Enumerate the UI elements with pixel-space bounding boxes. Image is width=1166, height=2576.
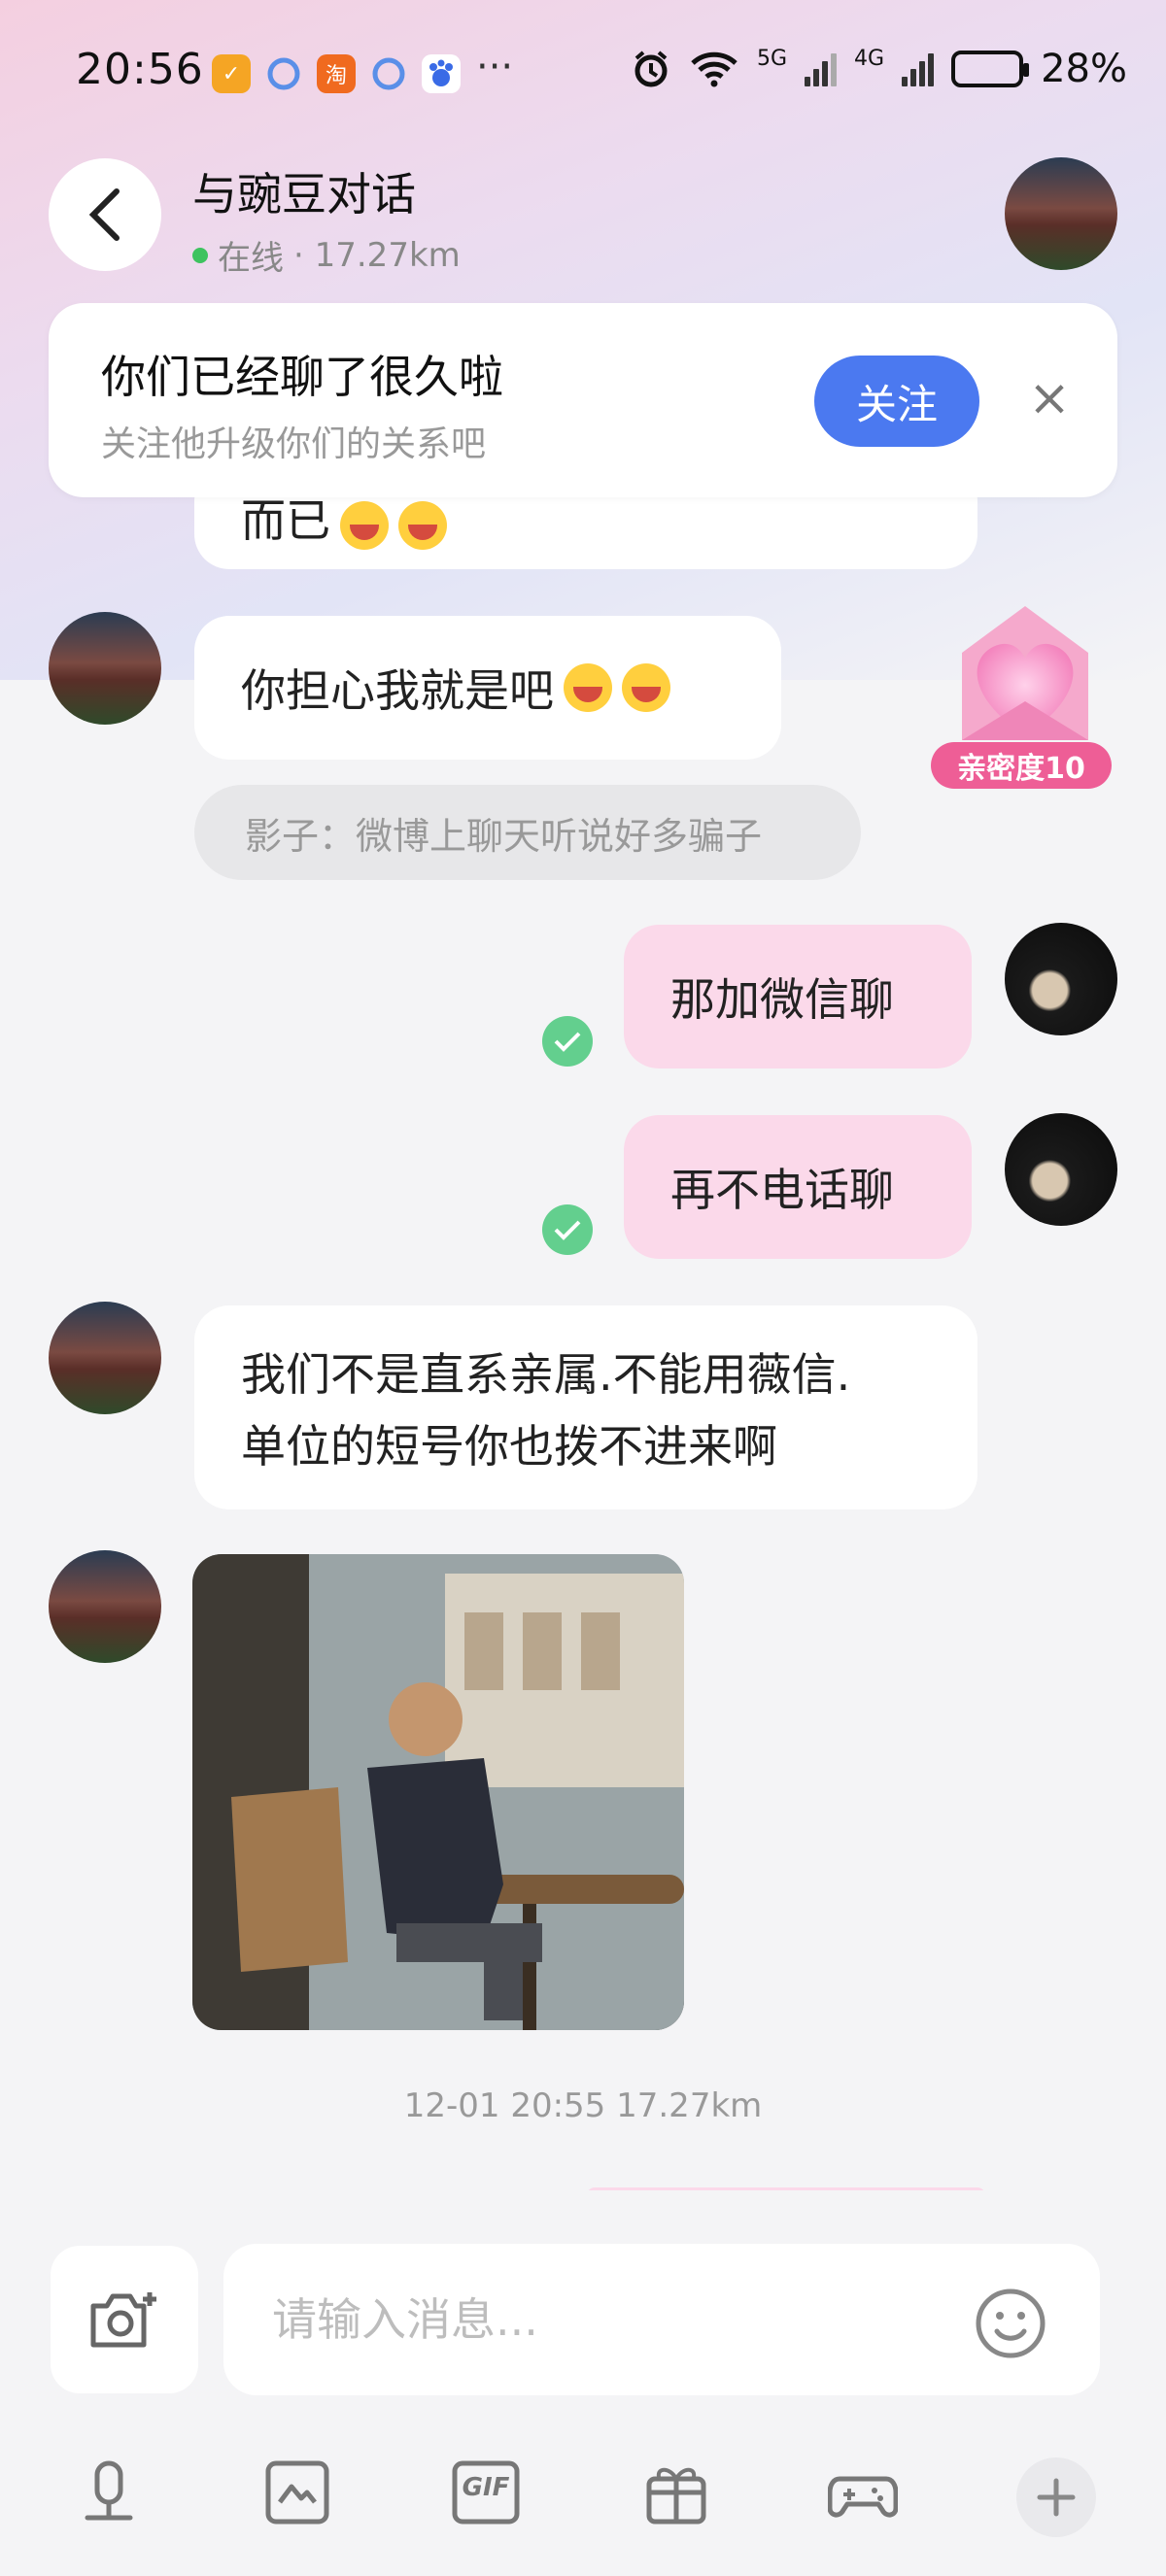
follow-prompt-subtitle: 关注他升级你们的关系吧 [101,424,487,464]
wifi-icon [691,51,737,87]
laughing-emoji-icon [340,501,389,550]
microphone-icon [85,2460,133,2521]
online-dot-icon [192,247,208,263]
partner-avatar-header[interactable] [1005,157,1117,270]
follow-button[interactable]: 关注 [814,356,979,447]
more-button[interactable] [1016,2457,1096,2537]
message-text-line-2: 单位的短号你也拨不进来啊 [241,1420,777,1473]
laughing-emoji-icon [622,663,670,712]
back-button[interactable] [49,158,161,271]
message-bubble-sent: 再不电话聊 [624,1115,972,1259]
camera-button[interactable] [51,2246,198,2393]
read-check-icon [542,1204,593,1255]
status-right: 5G 4G 28% [631,47,1127,91]
online-label: 在线 [218,239,284,278]
signal-icon [805,51,838,86]
message-input[interactable] [223,2244,1100,2395]
online-status: 在线 · 17.27km [192,231,461,279]
my-avatar[interactable] [1005,1113,1117,1226]
alarm-icon [634,51,668,87]
distance-label: · 17.27km [293,235,461,275]
image-icon [265,2460,329,2525]
emoji-icon[interactable] [974,2287,1047,2360]
app-icon-browser [264,54,303,93]
message-text: 你担心我就是吧 [241,664,554,717]
read-check-icon [542,1016,593,1067]
message-timestamp: 12-01 20:55 17.27km [403,2086,763,2125]
system-notice: 影子：微博上聊天听说好多骗子 [194,785,861,880]
message-text: 那加微信聊 [670,973,894,1026]
close-icon[interactable]: × [1026,373,1073,424]
message-text-line-1: 我们不是直系亲属.不能用薇信. [241,1348,851,1401]
camera-icon [90,2292,156,2348]
intimacy-badge: 亲密度10 [931,742,1112,789]
app-icon-browser-2 [369,54,408,93]
follow-prompt-title: 你们已经聊了很久啦 [101,351,503,403]
album-button[interactable] [262,2457,332,2527]
signal-icon-2 [902,51,935,86]
more-notifications: ··· [476,45,514,89]
laughing-emoji-icon [564,663,612,712]
game-button[interactable] [828,2457,898,2527]
partner-avatar[interactable] [49,1302,161,1414]
laughing-emoji-icon [398,501,447,550]
chat-title: 与豌豆对话 [192,168,416,220]
network-5g-label: 5G [757,47,788,71]
gamepad-icon [828,2476,898,2518]
partner-avatar[interactable] [49,612,161,725]
intimacy-heart-icon[interactable] [943,594,1108,750]
gif-label: GIF [462,2473,510,2502]
plus-icon [1037,2478,1076,2517]
app-icon-taobao: 淘 [317,54,356,93]
gift-button[interactable] [641,2457,711,2527]
photo-image [192,1554,684,2030]
message-bubble-sent: 那加微信聊 [624,925,972,1068]
partner-avatar[interactable] [49,1550,161,1663]
app-icon-shield: ✓ [212,54,251,93]
chevron-left-icon [88,188,120,241]
battery-percent: 28% [1041,47,1127,91]
message-bubble-received: 我们不是直系亲属.不能用薇信. 单位的短号你也拨不进来啊 [194,1305,977,1509]
status-time: 20:56 [76,45,204,94]
my-avatar[interactable] [1005,923,1117,1035]
network-4g-label: 4G [854,47,885,71]
app-icon-baidu [422,54,461,93]
message-bubble-received: 你担心我就是吧 [194,616,781,760]
gif-button[interactable]: GIF [451,2457,521,2527]
voice-button[interactable] [74,2457,144,2527]
battery-icon [951,51,1030,87]
message-text: 再不电话聊 [670,1164,894,1216]
gift-icon [646,2467,706,2525]
photo-message[interactable] [192,1554,684,2030]
